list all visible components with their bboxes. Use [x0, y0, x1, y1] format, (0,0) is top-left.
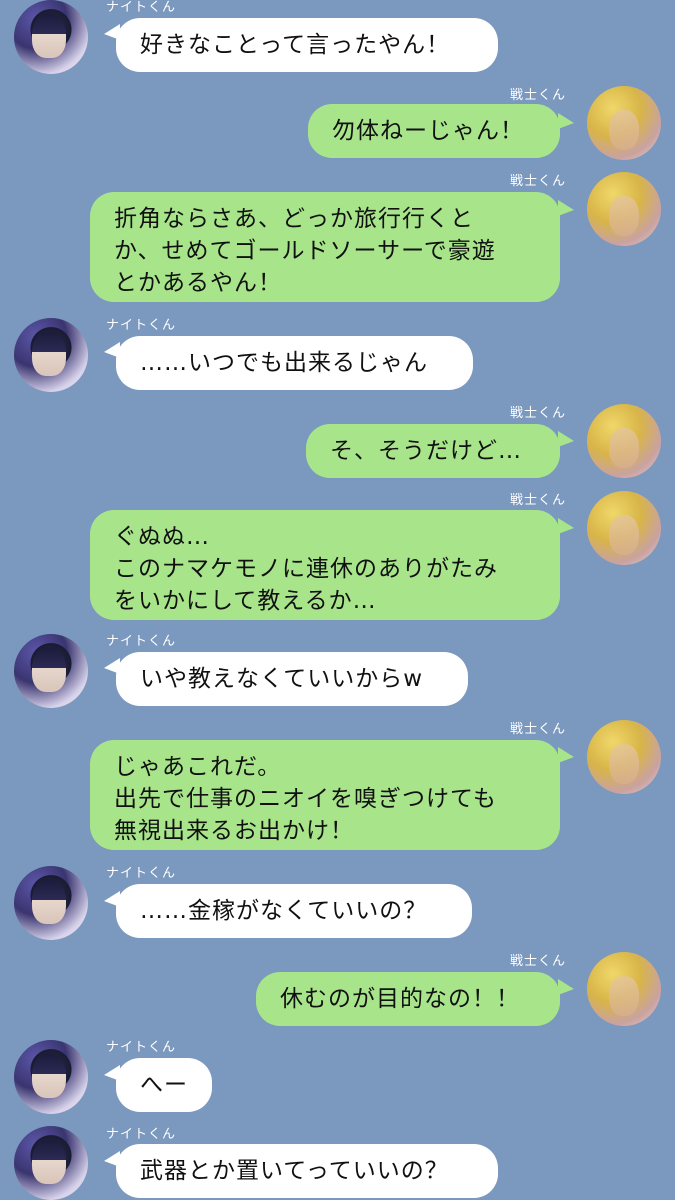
knight-avatar-icon[interactable]: [14, 318, 88, 392]
bubble-tail: [558, 518, 574, 534]
sender-name: ナイトくん: [106, 634, 177, 649]
warrior-avatar-icon[interactable]: [587, 952, 661, 1026]
message-bubble[interactable]: いや教えなくていいからw: [116, 652, 468, 706]
bubble-tail: [558, 979, 574, 995]
knight-avatar-icon[interactable]: [14, 1040, 88, 1114]
message-bubble[interactable]: そ、そうだけど…: [306, 424, 560, 478]
warrior-avatar-icon[interactable]: [587, 720, 661, 794]
message-bubble[interactable]: ……金稼がなくていいの？: [116, 884, 472, 938]
sender-name: 戦士くん: [510, 722, 567, 737]
knight-avatar-icon[interactable]: [14, 0, 88, 74]
sender-name: ナイトくん: [106, 318, 177, 333]
knight-avatar-icon[interactable]: [14, 1126, 88, 1200]
warrior-avatar-icon[interactable]: [587, 172, 661, 246]
sender-name: ナイトくん: [106, 1127, 177, 1142]
sender-name: ナイトくん: [106, 0, 177, 15]
sender-name: 戦士くん: [510, 174, 567, 189]
bubble-tail: [558, 747, 574, 763]
bubble-tail: [558, 113, 574, 129]
message-bubble[interactable]: 好きなことって言ったやん！: [116, 18, 498, 72]
message-bubble[interactable]: へー: [116, 1058, 212, 1112]
message-bubble[interactable]: 武器とか置いてっていいの？: [116, 1144, 498, 1198]
knight-avatar-icon[interactable]: [14, 634, 88, 708]
message-bubble[interactable]: ……いつでも出来るじゃん: [116, 336, 473, 390]
sender-name: 戦士くん: [510, 954, 567, 969]
message-bubble[interactable]: 勿体ねーじゃん！: [308, 104, 560, 158]
sender-name: ナイトくん: [106, 1040, 177, 1055]
sender-name: 戦士くん: [510, 88, 567, 103]
warrior-avatar-icon[interactable]: [587, 491, 661, 565]
bubble-tail: [558, 431, 574, 447]
sender-name: 戦士くん: [510, 493, 567, 508]
sender-name: ナイトくん: [106, 866, 177, 881]
message-bubble[interactable]: 折角ならさあ、どっか旅行行くと か、せめてゴールドソーサーで豪遊 とかあるやん！: [90, 192, 560, 302]
sender-name: 戦士くん: [510, 406, 567, 421]
message-bubble[interactable]: 休むのが目的なの！！: [256, 972, 560, 1026]
knight-avatar-icon[interactable]: [14, 866, 88, 940]
message-bubble[interactable]: ぐぬぬ… このナマケモノに連休のありがたみ をいかにして教えるか…: [90, 510, 560, 620]
warrior-avatar-icon[interactable]: [587, 404, 661, 478]
bubble-tail: [558, 200, 574, 216]
warrior-avatar-icon[interactable]: [587, 86, 661, 160]
message-bubble[interactable]: じゃあこれだ。 出先で仕事のニオイを嗅ぎつけても 無視出来るお出かけ！: [90, 740, 560, 850]
